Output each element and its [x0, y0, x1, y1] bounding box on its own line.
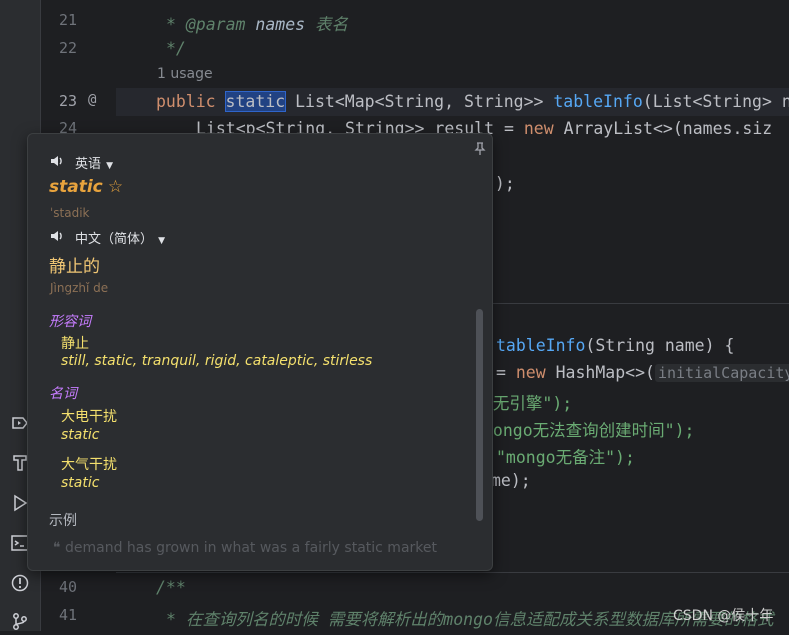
selected-word: static — [224, 91, 287, 112]
code-line-33[interactable]: mongo无法查询创建时间"); — [483, 417, 694, 441]
problems-icon[interactable] — [10, 573, 30, 593]
git-icon[interactable] — [10, 611, 30, 631]
meaning: 大气干扰 — [61, 457, 117, 473]
implementation-marker-icon[interactable]: @ — [88, 92, 96, 108]
translation-popup[interactable]: 英语 ▼ static ☆ ˈstadik 中文（简体） ▼ 静止的 Jìngz… — [27, 133, 493, 571]
synonyms: static — [61, 475, 100, 491]
star-icon[interactable]: ☆ — [108, 177, 123, 197]
watermark: CSDN @侯十年 — [673, 608, 774, 624]
meaning: 大电干扰 — [61, 409, 117, 425]
code-line-22[interactable]: */ — [166, 39, 186, 58]
target-language-label: 中文（简体） — [75, 232, 154, 247]
synonyms: still, static, tranquil, rigid, catalept… — [61, 353, 373, 369]
code-line-34[interactable]: "mongo无备注"); — [496, 444, 635, 468]
phonetic: ˈstadik — [50, 206, 90, 220]
line-number: 41 — [59, 606, 78, 624]
code-line-40[interactable]: /** — [156, 578, 186, 597]
line-number: 21 — [59, 11, 78, 29]
source-language-select[interactable]: 英语 ▼ — [75, 153, 113, 172]
popup-scrollbar[interactable] — [476, 309, 483, 521]
code-line-35[interactable]: me); — [491, 471, 531, 490]
usages-hint[interactable]: 1 usage — [157, 66, 213, 82]
chevron-down-icon: ▼ — [106, 161, 114, 171]
method-separator — [116, 572, 789, 573]
code-line-32[interactable]: o无引擎"); — [483, 390, 572, 414]
part-of-speech: 形容词 — [49, 314, 91, 330]
pinyin: Jìngzhǐ de — [50, 281, 109, 295]
translation-text: 静止的 — [49, 257, 100, 277]
synonyms: static — [61, 427, 100, 443]
code-line-21[interactable]: * @param names 表名 — [166, 11, 348, 35]
chevron-down-icon: ▼ — [158, 236, 166, 246]
parameter-hint: initialCapacity: 4 — [654, 364, 789, 382]
speaker-icon[interactable] — [49, 153, 65, 173]
speaker-icon[interactable] — [49, 228, 65, 248]
source-language-label: 英语 — [75, 157, 102, 172]
target-language-select[interactable]: 中文（简体） ▼ — [75, 228, 165, 247]
part-of-speech: 名词 — [49, 386, 77, 402]
code-line-31[interactable]: = new HashMap<>(initialCapacity: 4 — [496, 363, 789, 382]
meaning: 静止 — [61, 336, 89, 352]
line-number: 40 — [59, 578, 78, 596]
line-number: 23 — [59, 92, 78, 110]
examples-heading: 示例 — [49, 513, 77, 529]
code-line-30[interactable]: tableInfo(String name) { — [496, 336, 734, 355]
source-word-row: static ☆ — [49, 177, 123, 197]
line-number: 22 — [59, 39, 78, 57]
source-word: static — [49, 177, 103, 197]
code-line-23[interactable]: public static List<Map<String, String>> … — [156, 91, 789, 112]
example-sentence: ❝ demand has grown in what was a fairly … — [53, 540, 437, 556]
pin-icon[interactable] — [473, 141, 487, 160]
